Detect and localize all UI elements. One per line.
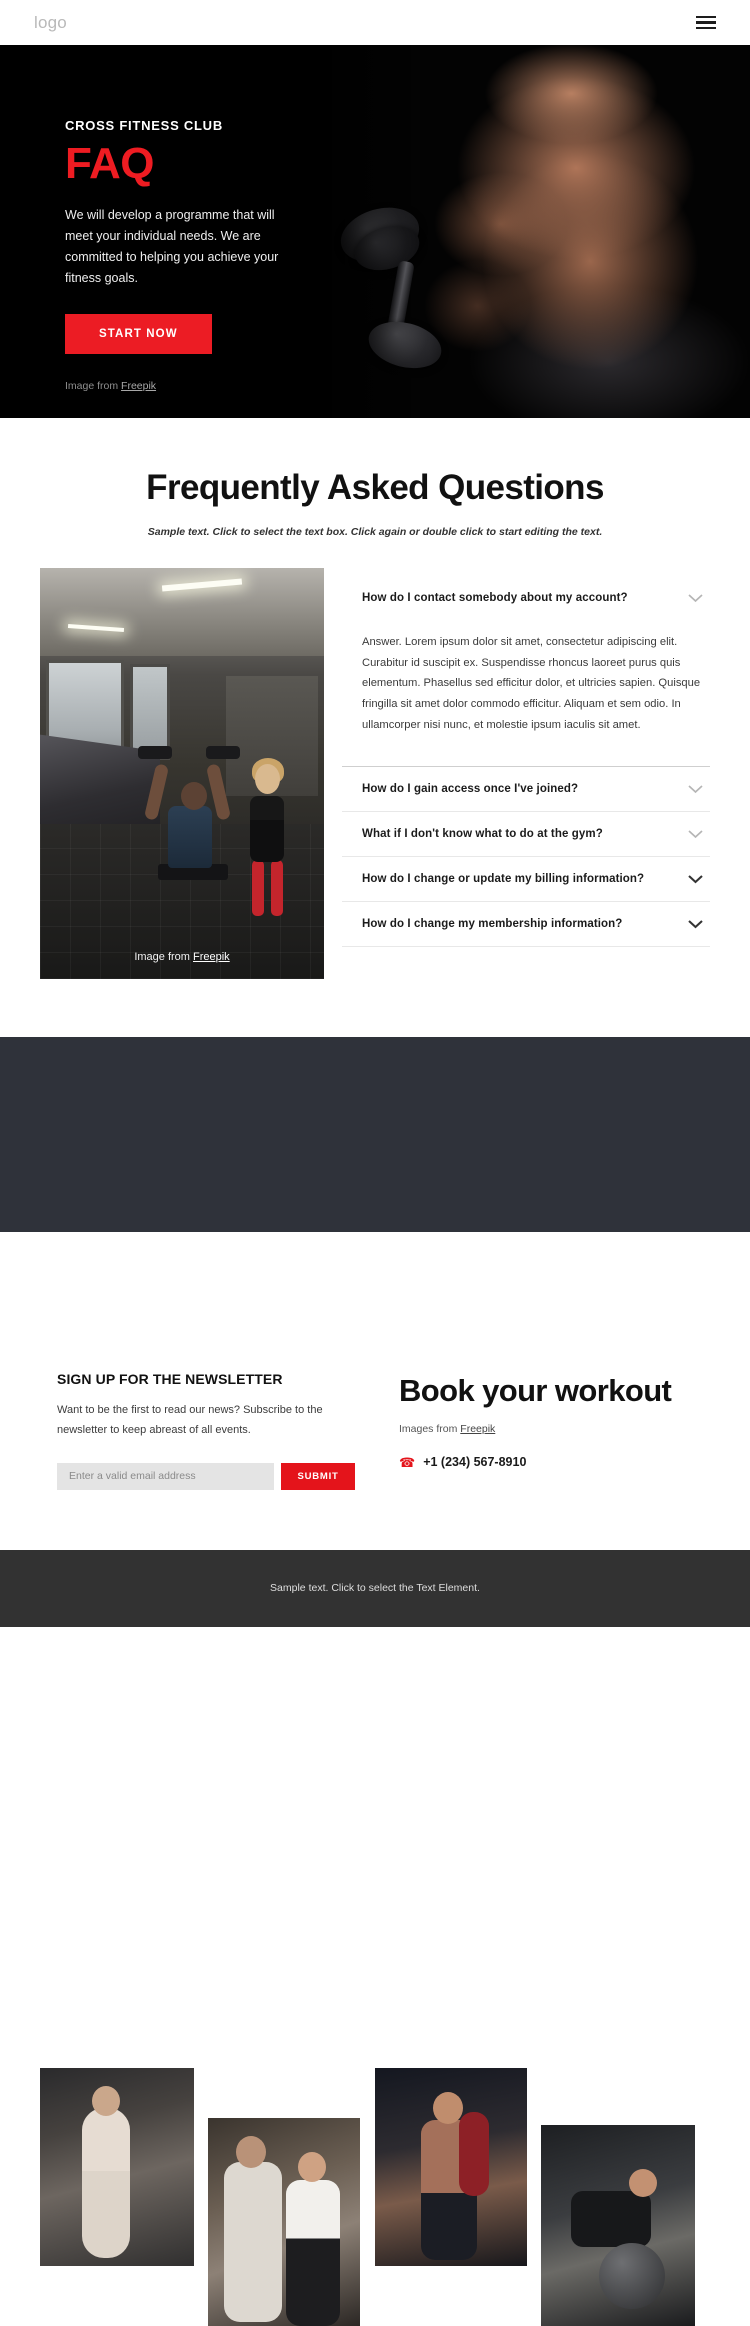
contact-credit-prefix: Images from	[399, 1423, 461, 1435]
figure-head	[629, 2169, 657, 2197]
faq-question-row[interactable]: How do I gain access once I've joined?	[342, 767, 710, 811]
chevron-down-icon[interactable]	[687, 919, 704, 929]
figure-head	[433, 2092, 463, 2124]
faq-title: Frequently Asked Questions	[146, 468, 604, 507]
dumbbell-plate	[363, 314, 447, 376]
gym-ceiling	[40, 568, 324, 656]
figure-body	[286, 2180, 340, 2326]
faq-question: How do I change my membership informatio…	[362, 917, 623, 930]
dumbbell-right	[206, 746, 240, 759]
phone-row[interactable]: ☎ +1 (234) 567-8910	[399, 1455, 693, 1469]
faq-question: How do I contact somebody about my accou…	[362, 592, 628, 604]
hero-eyebrow: CROSS FITNESS CLUB	[65, 118, 223, 133]
newsletter-title: SIGN UP FOR THE NEWSLETTER	[57, 1371, 283, 1387]
faq-item: How do I change my membership informatio…	[342, 902, 710, 947]
gallery-image-4	[541, 2125, 695, 2326]
dumbbell-plate	[334, 198, 426, 272]
newsletter-block: SIGN UP FOR THE NEWSLETTER Want to be th…	[57, 1371, 355, 1490]
faq-item: How do I gain access once I've joined?	[342, 767, 710, 812]
faq-question: How do I change or update my billing inf…	[362, 872, 645, 885]
faq-answer: Answer. Lorem ipsum dolor sit amet, cons…	[362, 636, 701, 731]
woman-torso	[250, 796, 284, 862]
faq-section: Frequently Asked Questions Sample text. …	[0, 418, 750, 1037]
hero-content: CROSS FITNESS CLUB FAQ We will develop a…	[0, 45, 320, 392]
contact-credit-link[interactable]: Freepik	[460, 1423, 495, 1435]
figure-body	[224, 2162, 282, 2322]
battle-rope	[459, 2112, 489, 2196]
hamburger-bar	[696, 27, 716, 30]
contact-block: Book your workout Images from Freepik ☎ …	[399, 1371, 693, 1490]
chevron-down-icon[interactable]	[687, 784, 704, 794]
email-input[interactable]	[57, 1462, 275, 1490]
faq-item: What if I don't know what to do at the g…	[342, 812, 710, 857]
hero-image-credit: Image from Freepik	[65, 380, 320, 392]
faq-question: What if I don't know what to do at the g…	[362, 827, 603, 840]
figure-head	[236, 2136, 266, 2168]
hero-credit-link[interactable]: Freepik	[121, 380, 156, 392]
gym-image: Image from Freepik	[40, 568, 324, 979]
gym-image-credit: Image from Freepik	[40, 951, 324, 963]
faq-question-row[interactable]: How do I change or update my billing inf…	[342, 857, 710, 901]
start-now-button[interactable]: START NOW	[65, 313, 212, 354]
hamburger-bar	[696, 15, 716, 18]
contact-image-credit: Images from Freepik	[399, 1423, 693, 1435]
faq-body: Image from Freepik How do I contact some…	[0, 568, 750, 979]
gallery-band	[0, 1037, 750, 1232]
phone-icon: ☎	[399, 1454, 416, 1470]
woman-leg	[271, 860, 283, 916]
gallery-image-3	[375, 2068, 527, 2266]
faq-question-row[interactable]: What if I don't know what to do at the g…	[342, 812, 710, 856]
hero-background-image	[280, 45, 750, 418]
faq-question: How do I gain access once I've joined?	[362, 782, 579, 795]
dumbbell-left	[138, 746, 172, 759]
submit-button[interactable]: SUBMIT	[281, 1462, 355, 1490]
contact-title: Book your workout	[399, 1373, 672, 1408]
chevron-down-icon[interactable]	[687, 874, 704, 884]
hero-description: We will develop a programme that will me…	[65, 207, 279, 285]
newsletter-description: Want to be the first to read our news? S…	[57, 1404, 323, 1436]
hero-title: FAQ	[65, 139, 154, 188]
hero-section: CROSS FITNESS CLUB FAQ We will develop a…	[0, 45, 750, 418]
site-header: logo	[0, 0, 750, 45]
figure-body	[571, 2191, 651, 2247]
gallery-section	[0, 1037, 750, 2326]
dumbbell-plate	[349, 218, 425, 278]
figure-head	[298, 2152, 326, 2182]
faq-question-row[interactable]: How do I contact somebody about my accou…	[342, 576, 710, 620]
gym-credit-link[interactable]: Freepik	[193, 951, 230, 963]
gym-credit-prefix: Image from	[134, 951, 193, 963]
faq-accordion: How do I contact somebody about my accou…	[342, 568, 710, 947]
hero-credit-prefix: Image from	[65, 379, 122, 392]
newsletter-form: SUBMIT	[57, 1462, 355, 1490]
woman-head	[255, 764, 280, 794]
figure-body	[82, 2108, 130, 2258]
footer-text: Sample text. Click to select the Text El…	[270, 1582, 480, 1595]
man-torso	[168, 806, 212, 868]
faq-item: How do I change or update my billing inf…	[342, 857, 710, 902]
hamburger-bar	[696, 21, 716, 24]
faq-subtitle: Sample text. Click to select the text bo…	[147, 526, 603, 538]
site-footer: Sample text. Click to select the Text El…	[0, 1549, 750, 1627]
logo[interactable]: logo	[34, 13, 67, 33]
phone-number[interactable]: +1 (234) 567-8910	[423, 1455, 526, 1469]
chevron-down-icon[interactable]	[687, 829, 704, 839]
dumbbell-bar	[385, 260, 415, 342]
hamburger-menu-icon[interactable]	[696, 15, 716, 30]
woman-leg	[252, 860, 264, 916]
stability-ball	[599, 2243, 665, 2309]
figure-head	[92, 2086, 120, 2116]
faq-question-row[interactable]: How do I change my membership informatio…	[342, 902, 710, 946]
chevron-down-icon[interactable]	[687, 593, 704, 603]
gallery-image-2	[208, 2118, 360, 2326]
gallery-image-1	[40, 2068, 194, 2266]
lower-section: SIGN UP FOR THE NEWSLETTER Want to be th…	[0, 1337, 750, 1490]
man-head	[181, 782, 207, 810]
faq-item: How do I contact somebody about my accou…	[342, 576, 710, 767]
dumbbell-graphic	[334, 198, 520, 376]
